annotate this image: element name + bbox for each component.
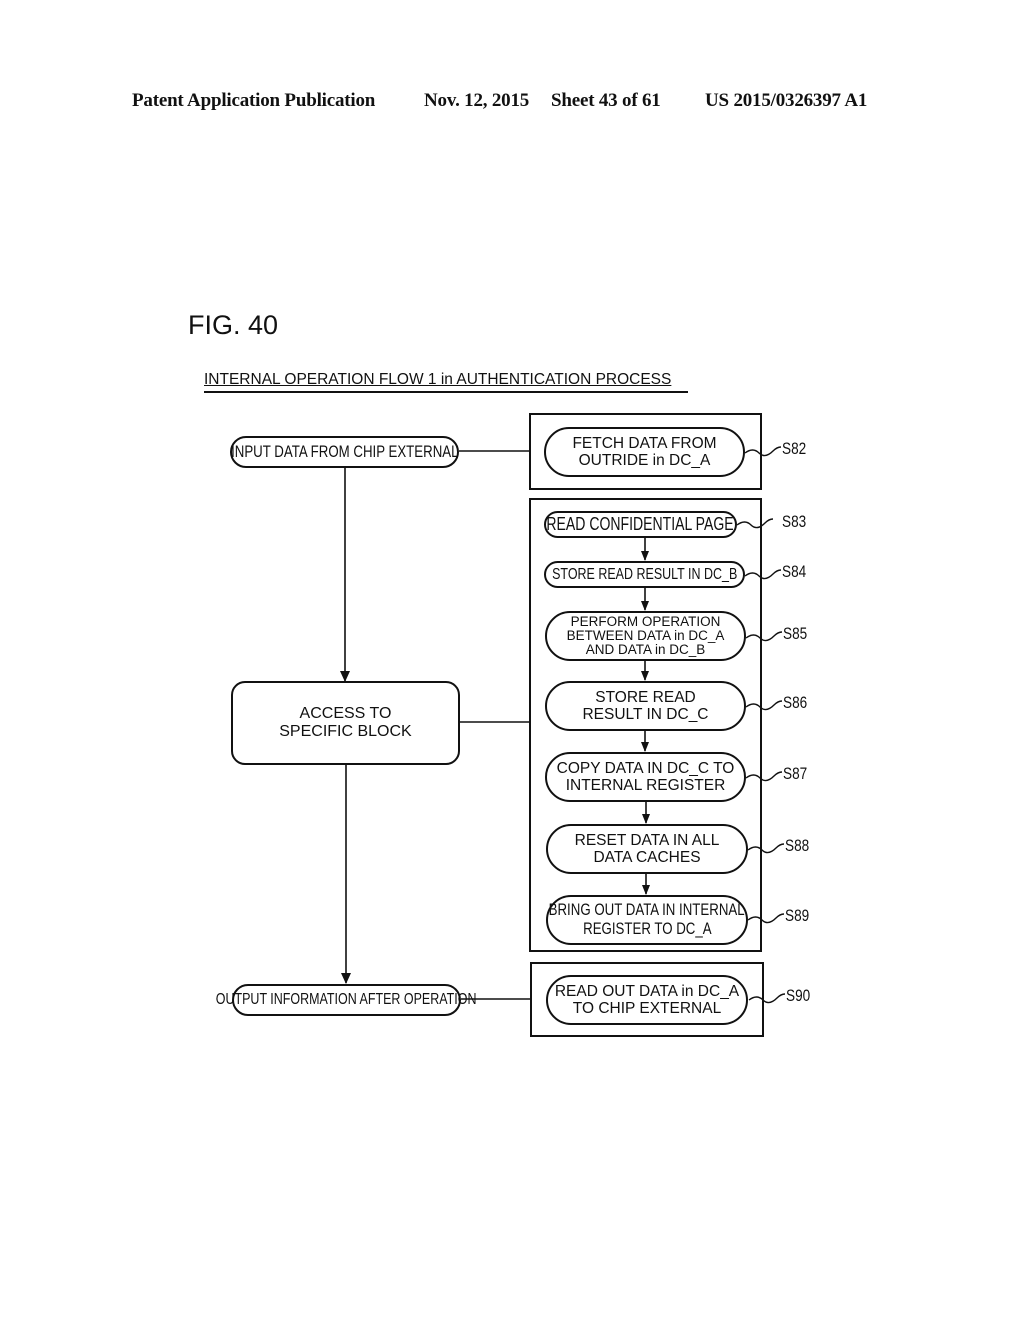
input-data-node: INPUT DATA FROM CHIP EXTERNAL [230,436,459,468]
step-s83-node: READ CONFIDENTIAL PAGE [544,511,737,538]
step-s85-line2: BETWEEN DATA in DC_A [566,627,725,643]
step-s83-line1: READ CONFIDENTIAL PAGE [546,513,735,534]
step-s88-line1: RESET DATA IN ALL [574,831,720,849]
step-s89-line2: REGISTER TO DC_A [582,919,712,938]
step-s87-line1: COPY DATA IN DC_C TO [556,759,735,777]
step-s82-line2: OUTRIDE in DC_A [578,452,711,469]
arrowhead-output [341,973,351,984]
step-label-s84: S84 [782,562,807,581]
input-data-label: INPUT DATA FROM CHIP EXTERNAL [230,441,459,461]
access-label-line2: SPECIFIC BLOCK [279,723,412,740]
step-label-s85: S85 [783,624,808,643]
step-s85-line1: PERFORM OPERATION [570,613,721,629]
step-s86-line2: RESULT IN DC_C [582,706,709,723]
step-s86-node: STORE READ RESULT IN DC_C [545,681,746,731]
step-label-s90: S90 [786,986,811,1005]
step-s89-node: BRING OUT DATA IN INTERNAL REGISTER TO D… [546,895,748,945]
step-s89-line1: BRING OUT DATA IN INTERNAL [549,900,746,920]
step-s87-line2: INTERNAL REGISTER [565,777,726,794]
step-label-s89: S89 [785,906,810,925]
step-s85-node: PERFORM OPERATION BETWEEN DATA in DC_A A… [545,611,746,661]
output-info-node: OUTPUT INFORMATION AFTER OPERATION [216,984,477,1016]
access-block-node: ACCESS TO SPECIFIC BLOCK [231,681,460,765]
step-s82-line1: FETCH DATA FROM [572,434,717,452]
step-s85-line3: AND DATA in DC_B [585,642,706,658]
connectors [340,446,786,1004]
step-s88-line2: DATA CACHES [593,849,701,866]
step-s90-node: READ OUT DATA in DC_A TO CHIP EXTERNAL [546,975,748,1025]
step-s90-line2: TO CHIP EXTERNAL [572,1000,722,1017]
step-label-s82: S82 [782,439,807,458]
step-label-s87: S87 [783,764,808,783]
step-s87-node: COPY DATA IN DC_C TO INTERNAL REGISTER [545,752,746,802]
access-label-line1: ACCESS TO [299,705,392,723]
step-label-s83: S83 [782,512,807,531]
step-label-s88: S88 [785,836,810,855]
output-info-label: OUTPUT INFORMATION AFTER OPERATION [216,991,477,1009]
step-s86-line1: STORE READ [595,688,696,706]
step-s90-line1: READ OUT DATA in DC_A [554,982,740,1000]
step-s84-node: STORE READ RESULT IN DC_B [544,561,745,588]
step-s84-line1: STORE READ RESULT IN DC_B [551,565,738,583]
step-s88-node: RESET DATA IN ALL DATA CACHES [546,824,748,874]
step-label-s86: S86 [783,693,808,712]
step-s82-node: FETCH DATA FROM OUTRIDE in DC_A [544,427,745,477]
